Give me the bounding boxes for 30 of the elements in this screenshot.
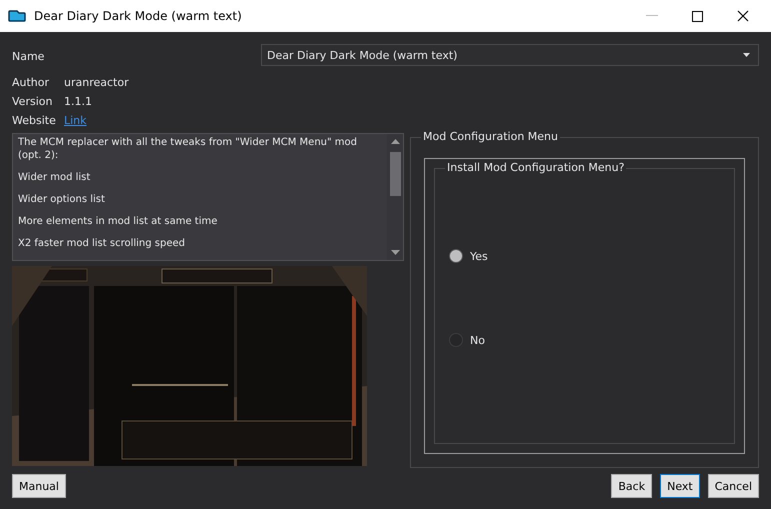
radio-button[interactable] bbox=[449, 333, 463, 348]
description-text: The MCM replacer with all the tweaks from "Wider MCM Menu" mod (opt. 2): bbox=[18, 136, 358, 162]
window-title: Dear Diary Dark Mode (warm text) bbox=[34, 9, 243, 23]
description-text: Wider options list bbox=[18, 193, 106, 206]
info-value: uranreactor bbox=[64, 76, 129, 89]
scroll-up-icon[interactable] bbox=[390, 139, 400, 144]
description-text: Wider mod list bbox=[18, 171, 92, 184]
info-label: Website bbox=[12, 114, 57, 127]
website-link[interactable]: Link bbox=[64, 114, 87, 127]
close-icon[interactable] bbox=[737, 10, 749, 22]
radio-button[interactable] bbox=[449, 249, 463, 264]
group-title: Mod Configuration Menu bbox=[421, 130, 560, 144]
scroll-down-icon[interactable] bbox=[390, 250, 400, 255]
manual-button[interactable]: Manual bbox=[12, 474, 66, 498]
description-text: More elements in mod list at same time bbox=[18, 215, 218, 228]
info-label: Author bbox=[12, 76, 50, 89]
option-label: No bbox=[470, 334, 485, 347]
dropdown-arrow-icon bbox=[743, 53, 750, 58]
info-value: 1.1.1 bbox=[64, 95, 92, 108]
maximize-icon[interactable] bbox=[692, 10, 703, 22]
description-text: X2 faster mod list scrolling speed bbox=[18, 237, 186, 250]
name-dropdown[interactable]: Dear Diary Dark Mode (warm text) bbox=[261, 44, 759, 66]
info-label: Version bbox=[12, 95, 54, 108]
question-title: Install Mod Configuration Menu? bbox=[445, 161, 626, 174]
next-button[interactable]: Next bbox=[660, 474, 700, 498]
option-label: Yes bbox=[470, 250, 488, 263]
back-button[interactable]: Back bbox=[611, 474, 652, 498]
name-label: Name bbox=[12, 50, 44, 63]
scrollbar-thumb[interactable] bbox=[390, 152, 400, 196]
cancel-button[interactable]: Cancel bbox=[708, 474, 759, 498]
